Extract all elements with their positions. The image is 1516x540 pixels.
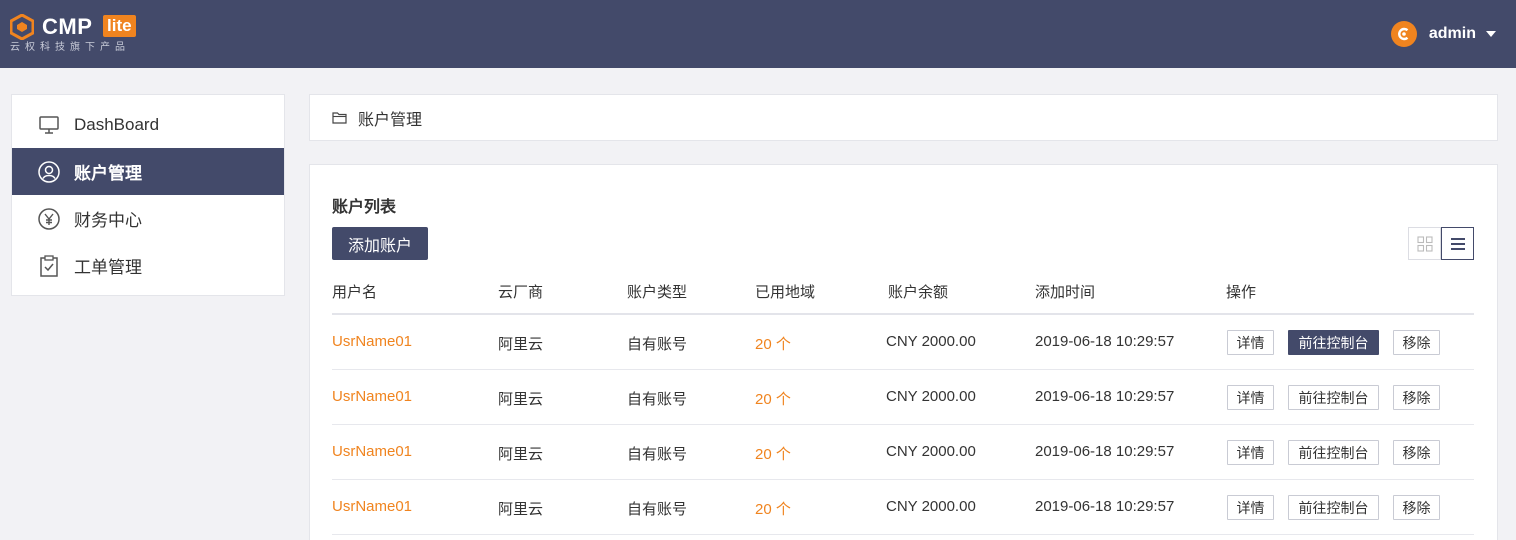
regions-link[interactable]: 20 个 [755, 333, 791, 354]
balance-cell: CNY 2000.00 [886, 333, 976, 350]
brand-subtitle: 云权科技旗下产品 [10, 42, 130, 53]
vendor-cell: 阿里云 [498, 446, 544, 463]
table-row: UsrName01 阿里云 自有账号 20 个 CNY 2000.00 2019… [332, 480, 1474, 535]
open-console-button[interactable]: 前往控制台 [1288, 330, 1379, 355]
sidebar-item-label: DashBoard [74, 114, 160, 134]
breadcrumb-label[interactable]: 账户管理 [358, 106, 422, 130]
remove-button[interactable]: 移除 [1393, 385, 1440, 410]
balance-cell: CNY 2000.00 [886, 388, 976, 405]
sidebar-item-label: 账户管理 [74, 164, 142, 183]
table-row: UsrName01 阿里云 自有账号 20 个 CNY 2000.00 2019… [332, 370, 1474, 425]
balance-cell: CNY 2000.00 [886, 498, 976, 515]
added-time-cell: 2019-06-18 10:29:57 [1035, 498, 1175, 515]
column-header: 账户类型 [627, 284, 688, 301]
sidebar-item-dashboard[interactable]: DashBoard [12, 101, 284, 148]
user-circle-icon [38, 160, 60, 183]
add-account-button[interactable]: 添加账户 [332, 227, 428, 260]
sidebar-item-label: 工单管理 [74, 258, 142, 277]
username-link[interactable]: UsrName01 [332, 498, 412, 515]
account-type-cell: 自有账号 [627, 446, 688, 463]
username-link[interactable]: UsrName01 [332, 388, 412, 405]
detail-button[interactable]: 详情 [1227, 440, 1274, 465]
open-console-button[interactable]: 前往控制台 [1288, 495, 1379, 520]
added-time-cell: 2019-06-18 10:29:57 [1035, 333, 1175, 350]
sidebar-item-tickets[interactable]: 工单管理 [12, 242, 284, 289]
username-label: admin [1428, 25, 1476, 42]
username-link[interactable]: UsrName01 [332, 443, 412, 460]
vendor-cell: 阿里云 [498, 336, 544, 353]
open-console-button[interactable]: 前往控制台 [1288, 440, 1379, 465]
table-row: UsrName01 阿里云 自有账号 20 个 CNY 2000.00 2019… [332, 425, 1474, 480]
sidebar-item-accounts[interactable]: 账户管理 [12, 148, 284, 195]
vendor-cell: 阿里云 [498, 501, 544, 518]
added-time-cell: 2019-06-18 10:29:57 [1035, 443, 1175, 460]
balance-cell: CNY 2000.00 [886, 443, 976, 460]
column-header: 操作 [1226, 284, 1257, 301]
column-header: 添加时间 [1035, 284, 1096, 301]
open-console-button[interactable]: 前往控制台 [1288, 385, 1379, 410]
column-header: 用户名 [332, 284, 378, 301]
regions-link[interactable]: 20 个 [755, 498, 791, 519]
page-title: 账户列表 [332, 199, 397, 216]
account-type-cell: 自有账号 [627, 501, 688, 518]
clipboard-icon [38, 254, 60, 277]
column-header: 云厂商 [498, 284, 544, 301]
avatar [1390, 21, 1417, 47]
grid-icon [1416, 235, 1433, 252]
monitor-icon [38, 114, 60, 136]
regions-link[interactable]: 20 个 [755, 388, 791, 409]
account-list-card: 账户列表 添加账户 用户名 云厂商 账户类型 已用地域 账户余额 添加时间 操作… [309, 164, 1498, 540]
username-link[interactable]: UsrName01 [332, 333, 412, 350]
remove-button[interactable]: 移除 [1393, 495, 1440, 520]
list-view-button[interactable] [1441, 227, 1474, 260]
grid-view-button[interactable] [1408, 227, 1441, 260]
remove-button[interactable]: 移除 [1393, 440, 1440, 465]
yen-circle-icon [38, 207, 60, 230]
user-menu[interactable]: admin [1390, 20, 1496, 48]
column-header: 账户余额 [888, 284, 949, 301]
folder-icon [332, 110, 348, 126]
breadcrumb: 账户管理 [309, 94, 1498, 141]
column-header: 已用地域 [755, 284, 816, 301]
brand-badge: lite [103, 15, 136, 37]
added-time-cell: 2019-06-18 10:29:57 [1035, 388, 1175, 405]
sidebar: DashBoard 账户管理 财务中心 工单管理 [11, 94, 285, 296]
account-type-cell: 自有账号 [627, 336, 688, 353]
avatar-logo-icon [1398, 27, 1409, 41]
remove-button[interactable]: 移除 [1393, 330, 1440, 355]
detail-button[interactable]: 详情 [1227, 385, 1274, 410]
brand-name: CMP [42, 14, 93, 39]
view-toggle [1408, 227, 1474, 260]
detail-button[interactable]: 详情 [1227, 495, 1274, 520]
regions-link[interactable]: 20 个 [755, 443, 791, 464]
table-header: 用户名 云厂商 账户类型 已用地域 账户余额 添加时间 操作 [332, 273, 1474, 315]
table-row: UsrName01 阿里云 自有账号 20 个 CNY 2000.00 2019… [332, 315, 1474, 370]
detail-button[interactable]: 详情 [1227, 330, 1274, 355]
brand-logo[interactable]: CMP lite 云权科技旗下产品 [10, 12, 150, 56]
chevron-down-icon [1486, 31, 1496, 37]
top-navbar: CMP lite 云权科技旗下产品 admin [0, 0, 1516, 68]
cmp-logo-icon [10, 14, 34, 40]
vendor-cell: 阿里云 [498, 391, 544, 408]
list-icon [1450, 237, 1465, 250]
sidebar-item-label: 财务中心 [74, 211, 142, 230]
sidebar-item-finance[interactable]: 财务中心 [12, 195, 284, 242]
account-type-cell: 自有账号 [627, 391, 688, 408]
